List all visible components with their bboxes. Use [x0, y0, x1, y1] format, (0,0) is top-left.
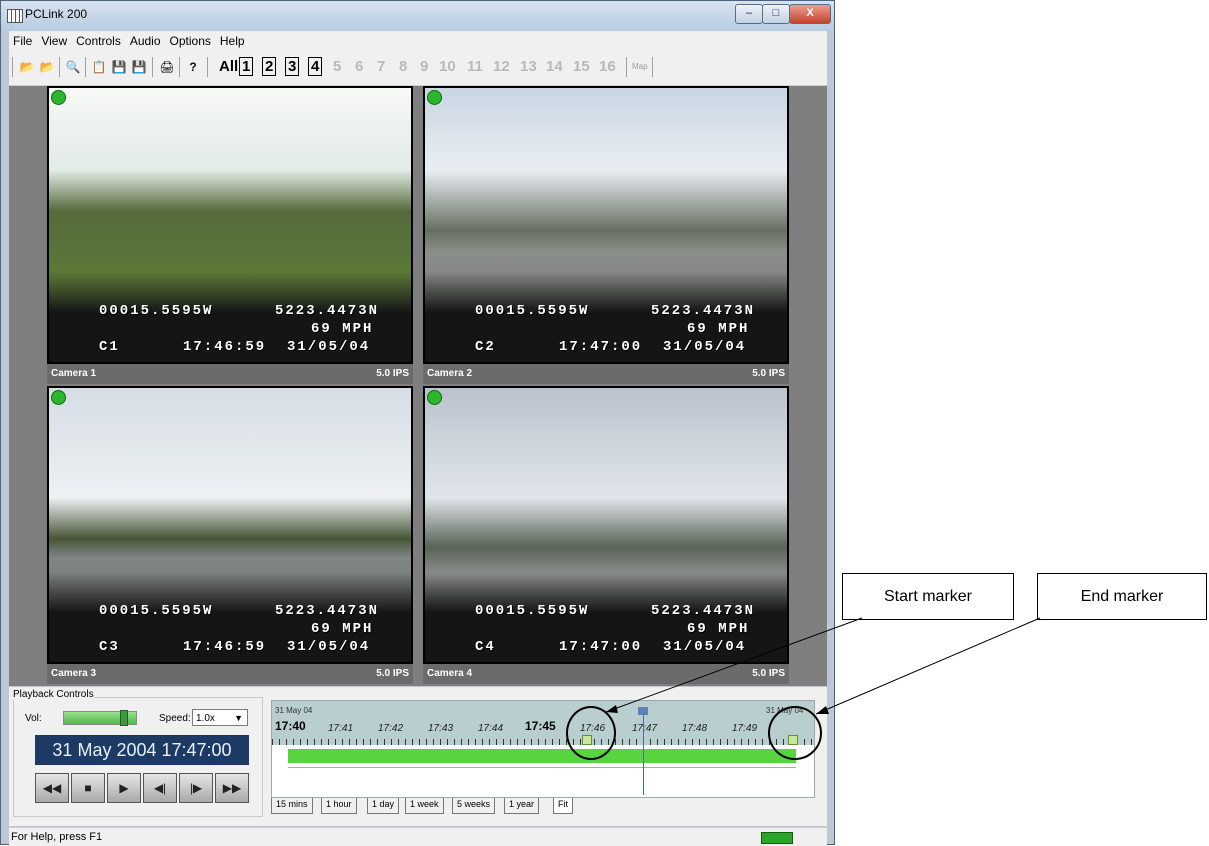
arrowhead-icon — [606, 705, 618, 713]
start-callout-arrow — [605, 617, 863, 713]
end-callout-arrow — [815, 617, 1041, 715]
arrowhead-icon — [816, 706, 829, 714]
callout-arrows — [605, 617, 1041, 715]
